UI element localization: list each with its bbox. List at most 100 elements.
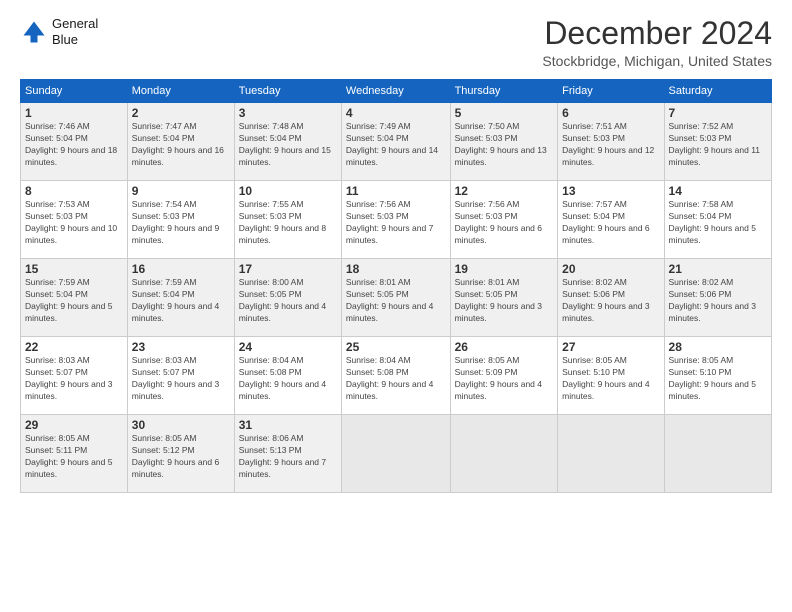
day-info: Sunrise: 7:50 AMSunset: 5:03 PMDaylight:… [455, 121, 547, 167]
table-row: 27Sunrise: 8:05 AMSunset: 5:10 PMDayligh… [558, 337, 664, 415]
day-number: 6 [562, 106, 659, 120]
logo-text: General Blue [52, 16, 98, 47]
day-info: Sunrise: 8:05 AMSunset: 5:10 PMDaylight:… [669, 355, 756, 401]
day-number: 14 [669, 184, 767, 198]
day-info: Sunrise: 7:49 AMSunset: 5:04 PMDaylight:… [346, 121, 438, 167]
table-row: 16Sunrise: 7:59 AMSunset: 5:04 PMDayligh… [127, 259, 234, 337]
day-number: 3 [239, 106, 337, 120]
logo-icon [20, 18, 48, 46]
table-row: 7Sunrise: 7:52 AMSunset: 5:03 PMDaylight… [664, 103, 771, 181]
day-number: 23 [132, 340, 230, 354]
table-row: 26Sunrise: 8:05 AMSunset: 5:09 PMDayligh… [450, 337, 558, 415]
day-number: 20 [562, 262, 659, 276]
day-number: 25 [346, 340, 446, 354]
table-row: 25Sunrise: 8:04 AMSunset: 5:08 PMDayligh… [341, 337, 450, 415]
table-row [341, 415, 450, 493]
day-number: 19 [455, 262, 554, 276]
day-info: Sunrise: 7:59 AMSunset: 5:04 PMDaylight:… [25, 277, 112, 323]
header-monday: Monday [127, 80, 234, 103]
day-info: Sunrise: 8:05 AMSunset: 5:09 PMDaylight:… [455, 355, 542, 401]
day-info: Sunrise: 7:51 AMSunset: 5:03 PMDaylight:… [562, 121, 654, 167]
day-number: 22 [25, 340, 123, 354]
day-info: Sunrise: 7:52 AMSunset: 5:03 PMDaylight:… [669, 121, 761, 167]
day-number: 9 [132, 184, 230, 198]
day-number: 2 [132, 106, 230, 120]
day-number: 13 [562, 184, 659, 198]
day-number: 16 [132, 262, 230, 276]
day-info: Sunrise: 8:01 AMSunset: 5:05 PMDaylight:… [346, 277, 433, 323]
table-row: 1Sunrise: 7:46 AMSunset: 5:04 PMDaylight… [21, 103, 128, 181]
table-row: 5Sunrise: 7:50 AMSunset: 5:03 PMDaylight… [450, 103, 558, 181]
day-number: 27 [562, 340, 659, 354]
day-info: Sunrise: 8:06 AMSunset: 5:13 PMDaylight:… [239, 433, 326, 479]
table-row: 13Sunrise: 7:57 AMSunset: 5:04 PMDayligh… [558, 181, 664, 259]
title-block: December 2024 Stockbridge, Michigan, Uni… [542, 16, 772, 69]
day-number: 18 [346, 262, 446, 276]
header: General Blue December 2024 Stockbridge, … [20, 16, 772, 69]
table-row: 15Sunrise: 7:59 AMSunset: 5:04 PMDayligh… [21, 259, 128, 337]
day-info: Sunrise: 8:00 AMSunset: 5:05 PMDaylight:… [239, 277, 326, 323]
table-row: 31Sunrise: 8:06 AMSunset: 5:13 PMDayligh… [234, 415, 341, 493]
table-row: 29Sunrise: 8:05 AMSunset: 5:11 PMDayligh… [21, 415, 128, 493]
day-number: 4 [346, 106, 446, 120]
day-number: 1 [25, 106, 123, 120]
day-info: Sunrise: 8:04 AMSunset: 5:08 PMDaylight:… [239, 355, 326, 401]
header-sunday: Sunday [21, 80, 128, 103]
day-info: Sunrise: 7:57 AMSunset: 5:04 PMDaylight:… [562, 199, 649, 245]
table-row: 20Sunrise: 8:02 AMSunset: 5:06 PMDayligh… [558, 259, 664, 337]
day-info: Sunrise: 8:05 AMSunset: 5:11 PMDaylight:… [25, 433, 112, 479]
day-info: Sunrise: 7:53 AMSunset: 5:03 PMDaylight:… [25, 199, 117, 245]
calendar-row: 1Sunrise: 7:46 AMSunset: 5:04 PMDaylight… [21, 103, 772, 181]
table-row: 21Sunrise: 8:02 AMSunset: 5:06 PMDayligh… [664, 259, 771, 337]
day-info: Sunrise: 7:46 AMSunset: 5:04 PMDaylight:… [25, 121, 117, 167]
table-row: 19Sunrise: 8:01 AMSunset: 5:05 PMDayligh… [450, 259, 558, 337]
day-number: 15 [25, 262, 123, 276]
table-row [558, 415, 664, 493]
day-info: Sunrise: 8:01 AMSunset: 5:05 PMDaylight:… [455, 277, 542, 323]
location: Stockbridge, Michigan, United States [542, 53, 772, 69]
table-row: 3Sunrise: 7:48 AMSunset: 5:04 PMDaylight… [234, 103, 341, 181]
table-row: 14Sunrise: 7:58 AMSunset: 5:04 PMDayligh… [664, 181, 771, 259]
day-number: 30 [132, 418, 230, 432]
calendar-row: 29Sunrise: 8:05 AMSunset: 5:11 PMDayligh… [21, 415, 772, 493]
table-row: 2Sunrise: 7:47 AMSunset: 5:04 PMDaylight… [127, 103, 234, 181]
day-info: Sunrise: 7:59 AMSunset: 5:04 PMDaylight:… [132, 277, 219, 323]
day-number: 26 [455, 340, 554, 354]
day-number: 11 [346, 184, 446, 198]
table-row: 6Sunrise: 7:51 AMSunset: 5:03 PMDaylight… [558, 103, 664, 181]
table-row: 30Sunrise: 8:05 AMSunset: 5:12 PMDayligh… [127, 415, 234, 493]
table-row: 11Sunrise: 7:56 AMSunset: 5:03 PMDayligh… [341, 181, 450, 259]
day-number: 5 [455, 106, 554, 120]
table-row: 18Sunrise: 8:01 AMSunset: 5:05 PMDayligh… [341, 259, 450, 337]
header-thursday: Thursday [450, 80, 558, 103]
day-number: 24 [239, 340, 337, 354]
day-number: 29 [25, 418, 123, 432]
logo-general: General [52, 16, 98, 31]
table-row [664, 415, 771, 493]
day-info: Sunrise: 7:55 AMSunset: 5:03 PMDaylight:… [239, 199, 326, 245]
calendar-row: 22Sunrise: 8:03 AMSunset: 5:07 PMDayligh… [21, 337, 772, 415]
header-wednesday: Wednesday [341, 80, 450, 103]
day-info: Sunrise: 8:03 AMSunset: 5:07 PMDaylight:… [25, 355, 112, 401]
logo-blue: Blue [52, 32, 78, 47]
calendar-row: 15Sunrise: 7:59 AMSunset: 5:04 PMDayligh… [21, 259, 772, 337]
day-number: 8 [25, 184, 123, 198]
day-info: Sunrise: 7:48 AMSunset: 5:04 PMDaylight:… [239, 121, 331, 167]
day-info: Sunrise: 7:47 AMSunset: 5:04 PMDaylight:… [132, 121, 224, 167]
month-title: December 2024 [542, 16, 772, 51]
table-row: 8Sunrise: 7:53 AMSunset: 5:03 PMDaylight… [21, 181, 128, 259]
header-tuesday: Tuesday [234, 80, 341, 103]
day-info: Sunrise: 8:04 AMSunset: 5:08 PMDaylight:… [346, 355, 433, 401]
table-row: 24Sunrise: 8:04 AMSunset: 5:08 PMDayligh… [234, 337, 341, 415]
day-number: 21 [669, 262, 767, 276]
table-row: 12Sunrise: 7:56 AMSunset: 5:03 PMDayligh… [450, 181, 558, 259]
table-row: 28Sunrise: 8:05 AMSunset: 5:10 PMDayligh… [664, 337, 771, 415]
day-info: Sunrise: 8:05 AMSunset: 5:10 PMDaylight:… [562, 355, 649, 401]
day-info: Sunrise: 7:56 AMSunset: 5:03 PMDaylight:… [455, 199, 542, 245]
day-info: Sunrise: 7:56 AMSunset: 5:03 PMDaylight:… [346, 199, 433, 245]
calendar-header-row: Sunday Monday Tuesday Wednesday Thursday… [21, 80, 772, 103]
header-saturday: Saturday [664, 80, 771, 103]
calendar-row: 8Sunrise: 7:53 AMSunset: 5:03 PMDaylight… [21, 181, 772, 259]
day-info: Sunrise: 8:05 AMSunset: 5:12 PMDaylight:… [132, 433, 219, 479]
table-row: 23Sunrise: 8:03 AMSunset: 5:07 PMDayligh… [127, 337, 234, 415]
